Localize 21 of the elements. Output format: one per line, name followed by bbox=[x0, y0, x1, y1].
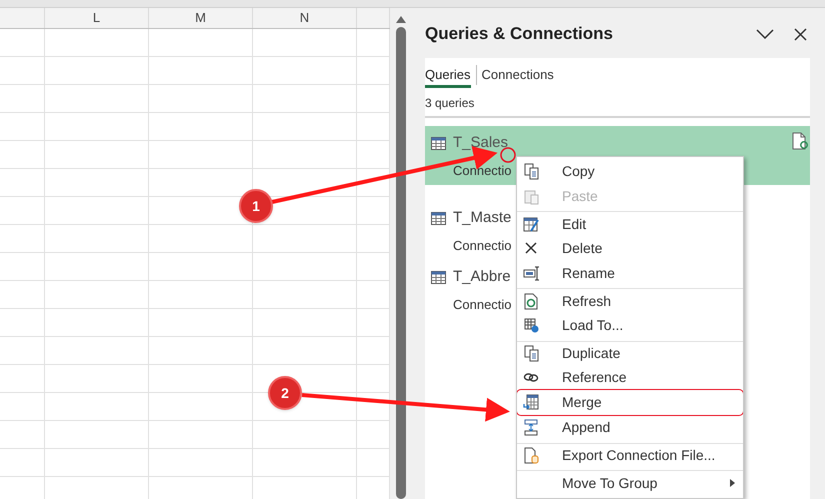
menu-label: Refresh bbox=[562, 292, 612, 311]
query-detail: Connectio bbox=[453, 236, 512, 254]
menu-label: Move To Group bbox=[562, 474, 658, 493]
query-name: T_Maste bbox=[453, 208, 512, 228]
query-detail: Connectio bbox=[453, 296, 512, 314]
menu-label: Load To... bbox=[562, 316, 624, 335]
query-name: T_Sales bbox=[453, 133, 508, 153]
menu-label: Append bbox=[562, 418, 612, 437]
menu-label: Export Connection File... bbox=[562, 446, 716, 465]
menu-label: Paste bbox=[562, 186, 599, 206]
menu-label: Copy bbox=[562, 162, 596, 181]
menu-label: Edit bbox=[562, 214, 588, 234]
menu-label: Duplicate bbox=[562, 344, 622, 364]
menu-label: Reference bbox=[562, 368, 628, 388]
query-detail: Connectio bbox=[453, 162, 512, 180]
query-name: T_Abbre bbox=[453, 267, 511, 287]
menu-label: Rename bbox=[562, 264, 616, 283]
menu-label: Delete bbox=[562, 238, 604, 258]
query-count: 3 queries bbox=[425, 95, 474, 112]
panel-title: Queries & Connections bbox=[425, 23, 614, 46]
menu-label: Merge bbox=[562, 393, 603, 412]
